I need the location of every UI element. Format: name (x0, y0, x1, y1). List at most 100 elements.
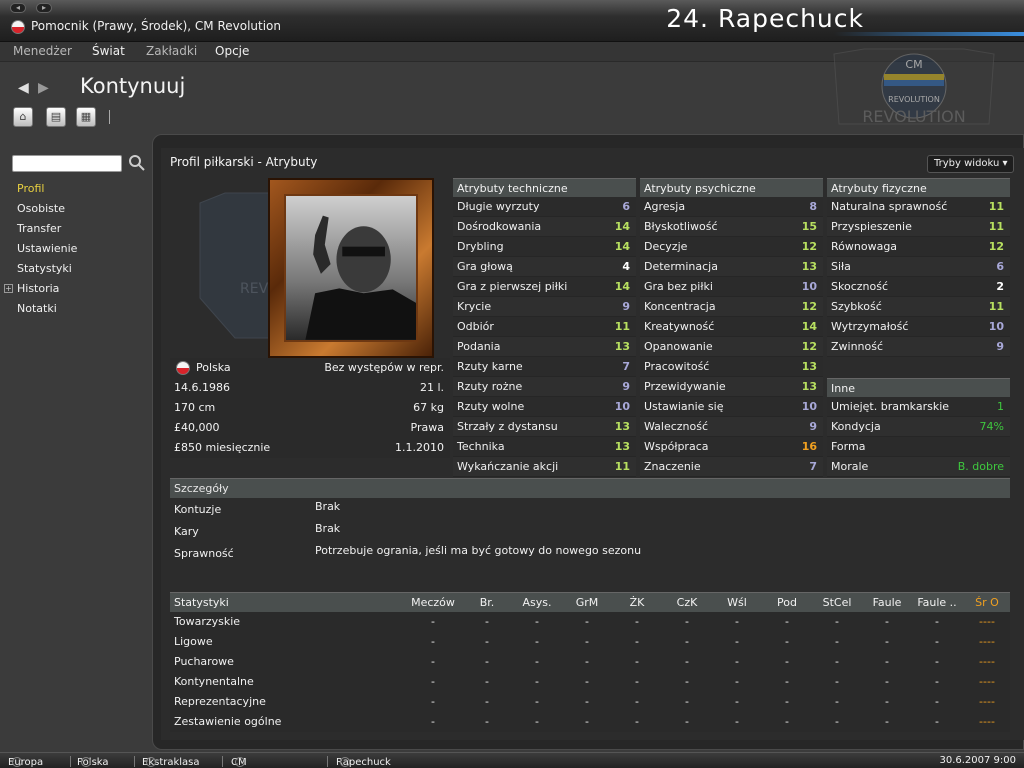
stats-column-header[interactable]: ŻK (615, 596, 659, 609)
technical-attribute-row[interactable]: Dośrodkowania 14 (453, 217, 636, 237)
other-attribute-row[interactable]: Kondycja 74% (827, 417, 1010, 437)
expand-icon[interactable]: + (4, 284, 13, 293)
stats-cell: - (585, 695, 589, 708)
technical-attribute-value: 13 (614, 420, 630, 433)
physical-attributes: Atrybuty fizyczne Naturalna sprawność 11 P… (827, 178, 1010, 357)
sidebar-item-statistics[interactable]: Statystyki (17, 262, 72, 275)
mental-attribute-row[interactable]: Kreatywność 14 (640, 317, 823, 337)
mental-attribute-row[interactable]: Koncentracja 12 (640, 297, 823, 317)
stats-column-header[interactable]: Pod (765, 596, 809, 609)
physical-attribute-row[interactable]: Przyspieszenie 11 (827, 217, 1010, 237)
stats-cell: - (635, 675, 639, 688)
technical-attribute-value: 11 (614, 460, 630, 473)
technical-attribute-name: Długie wyrzuty (457, 200, 540, 213)
mental-attribute-row[interactable]: Ustawianie się 10 (640, 397, 823, 417)
physical-attribute-row[interactable]: Szybkość 11 (827, 297, 1010, 317)
menu-item-manager[interactable]: Menedżer (13, 44, 72, 58)
menu-item-bookmarks[interactable]: Zakładki (146, 44, 197, 58)
technical-attribute-row[interactable]: Rzuty wolne 10 (453, 397, 636, 417)
mental-attribute-row[interactable]: Gra bez piłki 10 (640, 277, 823, 297)
stats-cell: - (785, 715, 789, 728)
technical-attribute-row[interactable]: Odbiór 11 (453, 317, 636, 337)
stats-cell: - (885, 675, 889, 688)
panel-title: Profil piłkarski - Atrybuty (170, 155, 318, 169)
mental-attribute-name: Przewidywanie (644, 380, 726, 393)
sidebar-item-profile[interactable]: Profil (17, 182, 44, 195)
back-arrow-icon[interactable]: ◀ (18, 80, 29, 96)
technical-attribute-name: Dośrodkowania (457, 220, 542, 233)
physical-attribute-row[interactable]: Naturalna sprawność 11 (827, 197, 1010, 217)
stats-column-header[interactable]: GrM (565, 596, 609, 609)
stats-column-header[interactable]: Wśl (715, 596, 759, 609)
stats-cell: - (885, 695, 889, 708)
technical-attribute-row[interactable]: Krycie 9 (453, 297, 636, 317)
technical-attribute-row[interactable]: Długie wyrzuty 6 (453, 197, 636, 217)
mental-attribute-row[interactable]: Znaczenie 7 (640, 457, 823, 477)
stats-cell: - (885, 635, 889, 648)
calendar-icon[interactable]: ▦ (76, 107, 96, 127)
sidebar-item-notes[interactable]: Notatki (17, 302, 57, 315)
sidebar-item-history[interactable]: Historia (17, 282, 59, 295)
physical-attribute-row[interactable]: Wytrzymałość 10 (827, 317, 1010, 337)
stats-column-header[interactable]: Br. (465, 596, 509, 609)
stats-cell: - (635, 715, 639, 728)
technical-attribute-row[interactable]: Wykańczanie akcji 11 (453, 457, 636, 477)
forward-arrow-icon[interactable]: ▶ (38, 80, 49, 96)
preferred-foot: Prawa (410, 421, 444, 434)
technical-attribute-row[interactable]: Gra z pierwszej piłki 14 (453, 277, 636, 297)
mental-attribute-row[interactable]: Waleczność 9 (640, 417, 823, 437)
fitness-value: Potrzebuje ogrania, jeśli ma być gotowy … (315, 544, 642, 557)
stats-row-label: Ligowe (174, 635, 213, 648)
mental-attribute-name: Znaczenie (644, 460, 701, 473)
stats-column-header[interactable]: Faule (865, 596, 909, 609)
window-forward-button[interactable]: ▸ (36, 3, 52, 13)
stats-column-header[interactable]: Faule .. (915, 596, 959, 609)
mental-attribute-row[interactable]: Opanowanie 12 (640, 337, 823, 357)
stats-row: Towarzyskie - - - - - - - - - - - ---- (170, 612, 1010, 632)
mental-attribute-row[interactable]: Współpraca 16 (640, 437, 823, 457)
mental-attribute-row[interactable]: Agresja 8 (640, 197, 823, 217)
mental-attribute-row[interactable]: Determinacja 13 (640, 257, 823, 277)
mental-attribute-value: 12 (801, 340, 817, 353)
stats-column-header[interactable]: Śr O (965, 596, 1009, 609)
stats-column-header[interactable]: Asys. (515, 596, 559, 609)
stats-cell: - (585, 715, 589, 728)
search-icon[interactable] (128, 154, 146, 172)
clipboard-icon[interactable]: ▤ (46, 107, 66, 127)
technical-attribute-row[interactable]: Drybling 14 (453, 237, 636, 257)
birth-date: 14.6.1986 (174, 381, 230, 394)
mental-attribute-row[interactable]: Decyzje 12 (640, 237, 823, 257)
physical-attribute-row[interactable]: Skoczność 2 (827, 277, 1010, 297)
sidebar-item-personal[interactable]: Osobiste (17, 202, 65, 215)
technical-attribute-row[interactable]: Podania 13 (453, 337, 636, 357)
menu-item-options[interactable]: Opcje (215, 44, 249, 58)
technical-attribute-row[interactable]: Strzały z dystansu 13 (453, 417, 636, 437)
continue-button[interactable]: Kontynuuj (80, 74, 185, 98)
menu-item-world[interactable]: Świat (92, 44, 125, 58)
stats-column-header[interactable]: Meczów (411, 596, 455, 609)
other-attribute-row[interactable]: Forma (827, 437, 1010, 457)
technical-attribute-row[interactable]: Rzuty rożne 9 (453, 377, 636, 397)
sidebar-item-position[interactable]: Ustawienie (17, 242, 77, 255)
technical-attribute-row[interactable]: Gra głową 4 (453, 257, 636, 277)
physical-attribute-row[interactable]: Zwinność 9 (827, 337, 1010, 357)
stats-cell: - (835, 715, 839, 728)
physical-attribute-row[interactable]: Siła 6 (827, 257, 1010, 277)
stats-cell: ---- (979, 675, 995, 688)
window-back-button[interactable]: ◂ (10, 3, 26, 13)
physical-attribute-row[interactable]: Równowaga 12 (827, 237, 1010, 257)
stats-column-header[interactable]: CzK (665, 596, 709, 609)
technical-attribute-row[interactable]: Rzuty karne 7 (453, 357, 636, 377)
view-mode-dropdown[interactable]: Tryby widoku ▾ (927, 155, 1014, 173)
other-attribute-row[interactable]: Umiejęt. bramkarskie 1 (827, 397, 1010, 417)
mental-attribute-row[interactable]: Przewidywanie 13 (640, 377, 823, 397)
stats-column-header[interactable]: StCel (815, 596, 859, 609)
technical-attribute-row[interactable]: Technika 13 (453, 437, 636, 457)
sidebar-item-transfer[interactable]: Transfer (17, 222, 61, 235)
mental-attribute-row[interactable]: Pracowitość 13 (640, 357, 823, 377)
other-attribute-row[interactable]: Morale B. dobre (827, 457, 1010, 477)
mental-attribute-row[interactable]: Błyskotliwość 15 (640, 217, 823, 237)
search-input[interactable] (12, 155, 122, 172)
home-icon[interactable]: ⌂ (13, 107, 33, 127)
stats-cell: - (935, 715, 939, 728)
